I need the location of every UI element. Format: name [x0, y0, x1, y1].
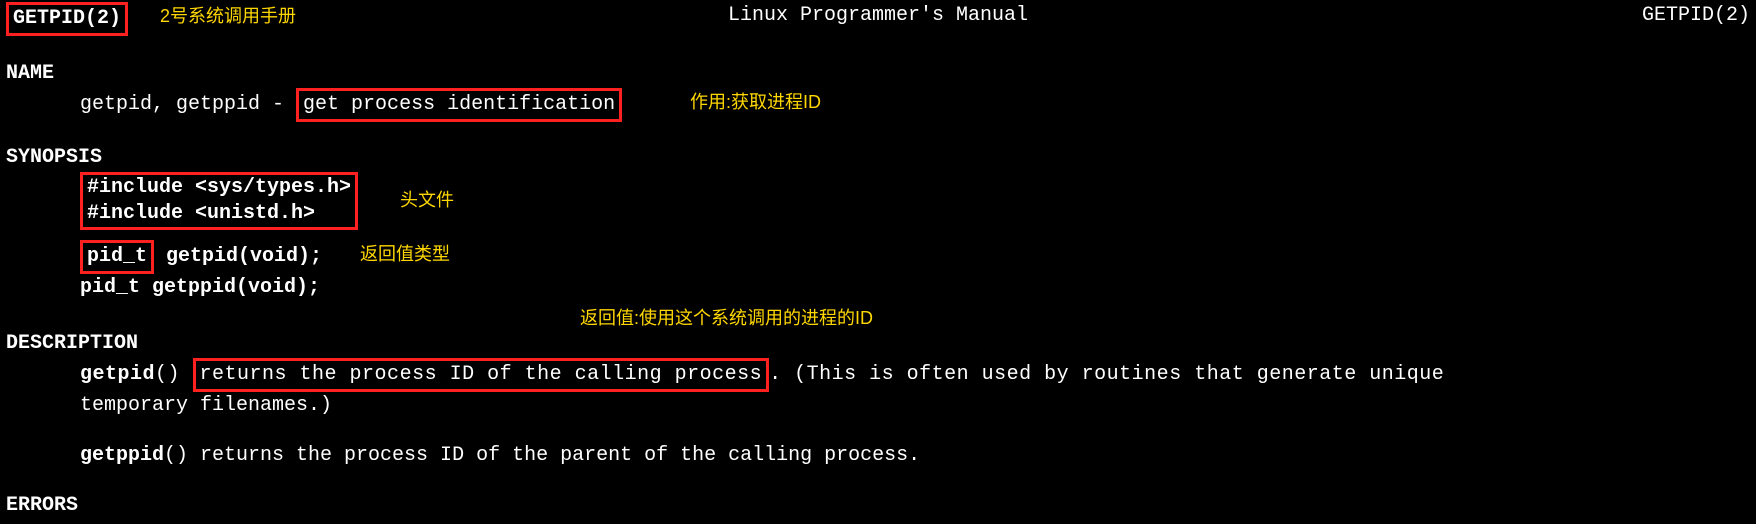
section-heading-synopsis: SYNOPSIS [0, 144, 1756, 172]
name-prefix: getpid, getppid - [80, 93, 296, 116]
name-line: getpid, getppid - get process identifica… [0, 88, 1756, 122]
annotation-header-files: 头文件 [400, 188, 454, 213]
annotation-return-type: 返回值类型 [360, 242, 450, 267]
description-getpid-line1: getpid() returns the process ID of the c… [0, 358, 1756, 392]
include-line-1: #include <sys/types.h> [87, 176, 351, 199]
header-left-title: GETPID(2) [6, 2, 128, 36]
description-getpid-line2: temporary filenames.) [0, 392, 1756, 420]
section-heading-description: DESCRIPTION [0, 330, 1756, 358]
desc-getpid-highlight: returns the process ID of the calling pr… [193, 358, 770, 392]
header-right-title: GETPID(2) [1642, 2, 1750, 36]
annotation-section-manual: 2号系统调用手册 [160, 4, 296, 29]
desc-getpid-rest1: . (This is often used by routines that g… [769, 363, 1444, 386]
desc-getpid-fn: getpid [80, 363, 155, 386]
desc-getppid-rest: () returns the process ID of the parent … [164, 444, 920, 467]
section-heading-name: NAME [0, 60, 1756, 88]
annotation-return-value: 返回值:使用这个系统调用的进程的ID [580, 306, 873, 331]
section-heading-errors: ERRORS [0, 492, 1756, 520]
desc-getpid-paren: () [155, 363, 193, 386]
name-highlight: get process identification [296, 88, 622, 122]
synopsis-proto-2: pid_t getppid(void); [0, 274, 1756, 302]
annotation-purpose: 作用:获取进程ID [690, 90, 821, 115]
desc-getppid-fn: getppid [80, 444, 164, 467]
manpage-header: GETPID(2) Linux Programmer's Manual GETP… [0, 0, 1756, 38]
description-getppid-line: getppid() returns the process ID of the … [0, 442, 1756, 470]
header-center-title: Linux Programmer's Manual [728, 2, 1028, 30]
proto1-rest: getpid(void); [154, 245, 322, 268]
synopsis-includes: #include <sys/types.h> #include <unistd.… [0, 172, 1756, 230]
proto1-return-type: pid_t [80, 240, 154, 274]
include-line-2: #include <unistd.h> [87, 202, 315, 225]
synopsis-proto-1: pid_t getpid(void); 返回值类型 [0, 240, 1756, 274]
